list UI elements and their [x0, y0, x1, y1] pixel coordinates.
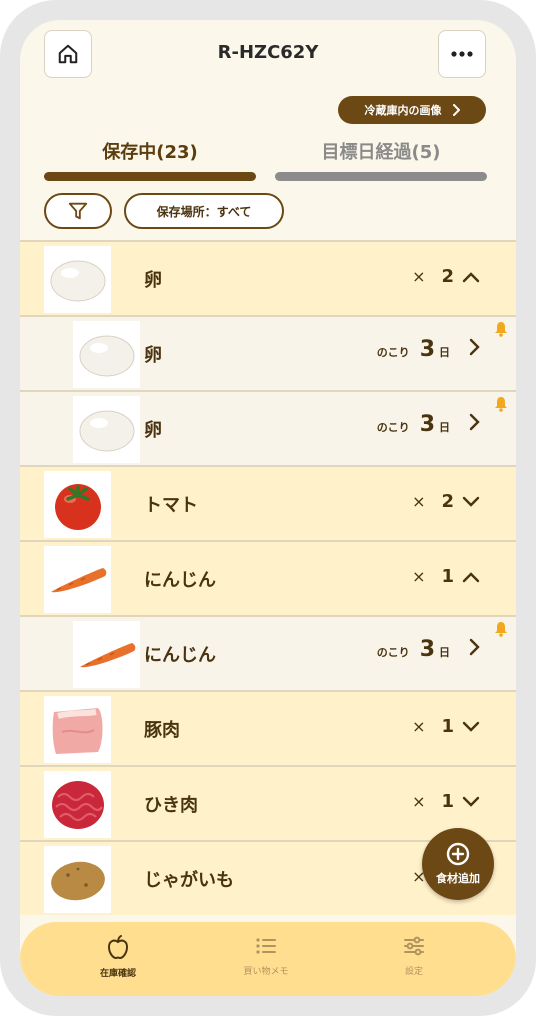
food-name: トマト — [144, 495, 198, 516]
list-icon — [256, 938, 276, 954]
chevron-up-icon[interactable] — [462, 271, 480, 283]
chevron-right-icon[interactable] — [468, 338, 480, 356]
food-name: ひき肉 — [144, 795, 198, 816]
food-name: にんじん — [144, 645, 216, 666]
tab-in-storage[interactable]: 保存中(23) — [44, 138, 256, 181]
quantity-value: 1 — [441, 716, 454, 737]
remaining-days: のこり 3 日 — [377, 637, 480, 662]
bell-icon — [495, 322, 507, 337]
more-icon — [451, 51, 473, 57]
tab-in-storage-indicator — [44, 172, 256, 181]
tab-past-target-date[interactable]: 目標日経過(5) — [275, 138, 487, 181]
bell-icon — [495, 622, 507, 637]
bottom-navigation: 在庫確認 買い物メモ 設定 — [20, 922, 516, 996]
food-quantity: × 1 — [412, 566, 480, 587]
chevron-down-icon[interactable] — [462, 721, 480, 733]
food-group-row[interactable]: にんじん × 1 — [20, 540, 516, 615]
quantity-prefix: × — [412, 567, 426, 586]
remaining-days: のこり 3 日 — [377, 412, 480, 437]
remaining-value: 3 — [419, 637, 435, 662]
chevron-right-icon[interactable] — [468, 413, 480, 431]
food-group-row[interactable]: ひき肉 × 1 — [20, 765, 516, 840]
quantity-value: 1 — [441, 566, 454, 587]
remaining-prefix: のこり — [376, 346, 410, 359]
plus-circle-icon — [446, 842, 470, 866]
remaining-days: のこり 3 日 — [377, 337, 480, 362]
remaining-prefix: のこり — [376, 646, 410, 659]
food-item-row[interactable]: 卵 のこり 3 日 — [20, 315, 516, 390]
add-food-label: 食材追加 — [436, 872, 480, 885]
nav-shopping-memo-label: 買い物メモ — [243, 967, 289, 977]
food-group-row[interactable]: 豚肉 × 1 — [20, 690, 516, 765]
chevron-down-icon[interactable] — [462, 796, 480, 808]
egg-image — [73, 396, 140, 463]
quantity-prefix: × — [412, 717, 426, 736]
carrot-image — [73, 621, 140, 688]
nav-inventory-label: 在庫確認 — [99, 969, 136, 979]
food-name: にんじん — [144, 570, 216, 591]
apple-icon — [107, 935, 129, 960]
quantity-prefix: × — [412, 492, 426, 511]
remaining-unit: 日 — [439, 346, 450, 359]
minced-meat-image — [44, 771, 111, 838]
quantity-prefix: × — [412, 267, 426, 286]
remaining-value: 3 — [419, 412, 435, 437]
pork-image — [44, 696, 111, 763]
chevron-up-icon[interactable] — [462, 571, 480, 583]
filter-button[interactable] — [44, 193, 112, 229]
remaining-prefix: のこり — [376, 421, 410, 434]
food-name: じゃがいも — [144, 870, 234, 891]
food-group-row[interactable]: トマト × 2 — [20, 465, 516, 540]
tab-past-target-date-indicator — [275, 172, 487, 181]
filter-icon — [68, 202, 88, 220]
quantity-value: 2 — [441, 491, 454, 512]
app-screen: R-HZC62Y 冷蔵庫内の画像 保存中(23) 目標日経過(5) 保存場所：す… — [20, 20, 516, 996]
remaining-value: 3 — [419, 337, 435, 362]
food-quantity: × 2 — [412, 491, 480, 512]
tab-past-target-date-label: 目標日経過(5) — [321, 142, 441, 163]
food-name: 卵 — [144, 420, 162, 441]
egg-image — [44, 246, 111, 313]
food-group-row[interactable]: 卵 × 2 — [20, 240, 516, 315]
nav-inventory[interactable]: 在庫確認 — [58, 934, 178, 979]
tomato-image — [44, 471, 111, 538]
fridge-image-button[interactable]: 冷蔵庫内の画像 — [338, 96, 486, 124]
chevron-down-icon[interactable] — [462, 496, 480, 508]
egg-image — [73, 321, 140, 388]
nav-settings-label: 設定 — [404, 967, 423, 977]
chevron-right-icon — [452, 104, 460, 116]
more-menu-button[interactable] — [438, 30, 486, 78]
potato-image — [44, 846, 111, 913]
food-item-row[interactable]: 卵 のこり 3 日 — [20, 390, 516, 465]
storage-location-filter[interactable]: 保存場所：すべて — [124, 193, 284, 229]
food-quantity: × 1 — [412, 791, 480, 812]
remaining-unit: 日 — [439, 646, 450, 659]
food-name: 卵 — [144, 270, 162, 291]
sliders-icon — [404, 936, 424, 956]
add-food-button[interactable]: 食材追加 — [422, 828, 494, 900]
food-name: 卵 — [144, 345, 162, 366]
quantity-prefix: × — [412, 792, 426, 811]
nav-shopping-memo[interactable]: 買い物メモ — [206, 934, 326, 977]
device-frame: R-HZC62Y 冷蔵庫内の画像 保存中(23) 目標日経過(5) 保存場所：す… — [0, 0, 536, 1016]
bell-icon — [495, 397, 507, 412]
carrot-image — [44, 546, 111, 613]
food-name: 豚肉 — [144, 720, 180, 741]
food-quantity: × 1 — [412, 716, 480, 737]
chevron-right-icon[interactable] — [468, 638, 480, 656]
fridge-image-label: 冷蔵庫内の画像 — [364, 104, 442, 117]
quantity-value: 2 — [441, 266, 454, 287]
nav-settings[interactable]: 設定 — [354, 934, 474, 977]
tab-in-storage-label: 保存中(23) — [102, 142, 198, 163]
remaining-unit: 日 — [439, 421, 450, 434]
food-item-row[interactable]: にんじん のこり 3 日 — [20, 615, 516, 690]
food-quantity: × 2 — [412, 266, 480, 287]
quantity-value: 1 — [441, 791, 454, 812]
